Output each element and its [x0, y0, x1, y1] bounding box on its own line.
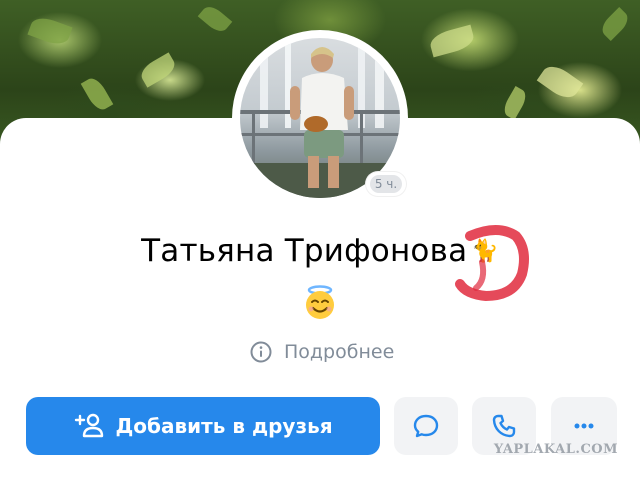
add-friend-button[interactable]: Добавить в друзья: [26, 397, 380, 455]
message-button[interactable]: [394, 397, 458, 455]
red-annotation-mark: [455, 225, 529, 302]
status-emoji-icon[interactable]: 😇: [302, 285, 338, 321]
cover-leaf: [500, 86, 530, 120]
online-time-badge: 5 ч.: [366, 172, 406, 196]
add-user-icon: [75, 413, 104, 438]
details-link[interactable]: Подробнее: [250, 339, 394, 365]
info-icon: [250, 341, 272, 363]
profile-name-row: Татьяна Трифонова 🐈: [0, 229, 640, 274]
online-time-text: 5 ч.: [370, 175, 402, 193]
message-icon: [413, 414, 439, 438]
more-dots-icon: [574, 423, 594, 429]
phone-icon: [492, 414, 516, 438]
profile-page: 5 ч. Татьяна Трифонова🐈 😇 Подробнее Доба: [0, 0, 640, 481]
cover-leaf: [197, 2, 233, 36]
cover-leaf: [598, 7, 632, 41]
watermark: YAPLAKAL.COM: [493, 442, 618, 457]
cover-leaf: [80, 74, 114, 114]
cover-leaf: [137, 52, 179, 88]
cover-leaf: [536, 60, 584, 104]
profile-name: Татьяна Трифонова: [141, 233, 468, 269]
cover-leaf: [27, 13, 73, 49]
details-label: Подробнее: [284, 341, 395, 363]
cover-leaf: [427, 24, 477, 58]
add-friend-label: Добавить в друзья: [115, 414, 333, 438]
